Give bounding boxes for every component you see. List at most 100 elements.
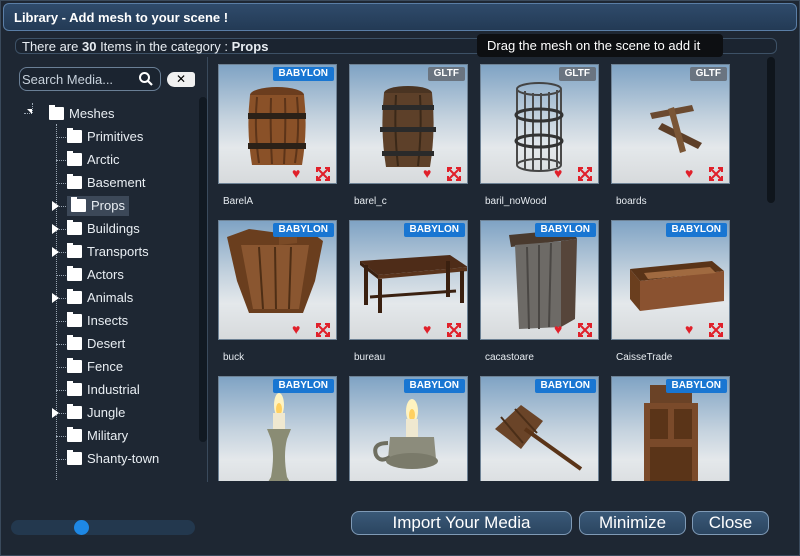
media-name-label: cacastoare: [485, 352, 534, 363]
favorite-heart-icon[interactable]: ♥: [292, 166, 300, 180]
expand-arrow-icon[interactable]: [52, 293, 59, 303]
window-title: Library - Add mesh to your scene !: [14, 10, 229, 25]
media-name-label: boards: [616, 196, 647, 207]
import-media-button[interactable]: Import Your Media: [351, 511, 572, 535]
category-info-text: There are 30 Items in the category : Pro…: [22, 39, 268, 54]
tree-connector: [32, 103, 33, 113]
tree-item-transports[interactable]: Transports: [67, 242, 187, 262]
media-name-label: bureau: [354, 352, 386, 363]
expand-icon[interactable]: [709, 323, 723, 337]
tree-item-arctic[interactable]: Arctic: [67, 150, 187, 170]
media-thumbnail[interactable]: BABYLON ♥: [611, 220, 730, 340]
media-thumbnail[interactable]: BABYLON: [480, 376, 599, 481]
media-grid: BABYLON ♥ BarelA GLTF ♥ barel_c GLTF ♥ baril_noW…: [211, 61, 767, 481]
expand-icon[interactable]: [578, 323, 592, 337]
search-input[interactable]: [22, 71, 132, 87]
format-badge: BABYLON: [272, 223, 334, 237]
media-name-label: baril_noWood: [485, 196, 547, 207]
tree-item-military[interactable]: Military: [67, 426, 187, 446]
slider-thumb[interactable]: [73, 520, 89, 535]
media-thumbnail[interactable]: BABYLON: [349, 376, 468, 481]
tree-item-label: Buildings: [87, 221, 140, 236]
favorite-heart-icon[interactable]: ♥: [554, 322, 562, 336]
media-name-label: BarelA: [223, 196, 254, 207]
tree-item-label: Desert: [87, 336, 126, 351]
media-thumbnail[interactable]: GLTF ♥: [480, 64, 599, 184]
expand-arrow-icon[interactable]: [52, 201, 59, 211]
expand-icon[interactable]: [316, 167, 330, 181]
folder-icon: [67, 128, 82, 143]
folder-icon: [67, 174, 82, 189]
tree-item-meshes[interactable]: Meshes: [49, 104, 197, 124]
favorite-heart-icon[interactable]: ♥: [423, 166, 431, 180]
favorite-heart-icon[interactable]: ♥: [554, 166, 562, 180]
folder-icon: [71, 197, 86, 212]
tree-item-label: Actors: [87, 267, 124, 282]
thumbnail-size-slider[interactable]: [11, 520, 195, 535]
folder-icon: [67, 335, 82, 350]
category-name: Props: [231, 39, 269, 54]
search-box[interactable]: [19, 67, 161, 91]
tree-item-label: Jungle: [87, 405, 126, 420]
info-middle: Items in the category :: [96, 39, 232, 54]
grid-scrollbar[interactable]: [767, 57, 775, 203]
favorite-heart-icon[interactable]: ♥: [423, 322, 431, 336]
format-badge: GLTF: [558, 67, 596, 81]
tree-item-actors[interactable]: Actors: [67, 265, 187, 285]
media-name-label: CaisseTrade: [616, 352, 673, 363]
title-bar[interactable]: Library - Add mesh to your scene !: [3, 3, 797, 31]
folder-icon: [67, 404, 82, 419]
format-badge: BABYLON: [403, 223, 465, 237]
folder-icon: [67, 381, 82, 396]
media-thumbnail[interactable]: BABYLON: [611, 376, 730, 481]
outhouse-model-icon: [509, 229, 577, 330]
folder-icon: [67, 427, 82, 442]
folder-icon: [67, 450, 82, 465]
expand-icon[interactable]: [709, 167, 723, 181]
media-thumbnail[interactable]: BABYLON ♥: [349, 220, 468, 340]
media-thumbnail[interactable]: BABYLON ♥: [218, 220, 337, 340]
tree-item-label: Shanty-town: [87, 451, 160, 466]
favorite-heart-icon[interactable]: ♥: [685, 322, 693, 336]
tree-item-jungle[interactable]: Jungle: [67, 403, 187, 423]
media-thumbnail[interactable]: BABYLON ♥: [218, 64, 337, 184]
collapse-arrow-icon[interactable]: [27, 109, 32, 114]
tree-item-label: Animals: [87, 290, 134, 305]
expand-icon[interactable]: [578, 167, 592, 181]
tree-item-buildings[interactable]: Buildings: [67, 219, 187, 239]
media-thumbnail[interactable]: BABYLON: [218, 376, 337, 481]
tree-item-basement[interactable]: Basement: [67, 173, 187, 193]
expand-icon[interactable]: [447, 167, 461, 181]
media-thumbnail[interactable]: BABYLON ♥: [480, 220, 599, 340]
tree-item-primitives[interactable]: Primitives: [67, 127, 187, 147]
media-thumbnail[interactable]: GLTF ♥: [349, 64, 468, 184]
tree-item-label: Transports: [87, 244, 149, 259]
tree-scrollbar[interactable]: [199, 97, 207, 442]
item-count: 30: [81, 39, 97, 54]
tree-item-props[interactable]: Props: [67, 196, 129, 216]
tree-item-fence[interactable]: Fence: [67, 357, 187, 377]
tree-item-shanty-town[interactable]: Shanty-town: [67, 449, 187, 469]
tree-item-insects[interactable]: Insects: [67, 311, 187, 331]
favorite-heart-icon[interactable]: ♥: [292, 322, 300, 336]
tree-item-label: Industrial: [87, 382, 140, 397]
tree-item-animals[interactable]: Animals: [67, 288, 187, 308]
folder-icon: [67, 358, 82, 373]
expand-arrow-icon[interactable]: [52, 224, 59, 234]
tree-item-label: Military: [87, 428, 129, 443]
minimize-button[interactable]: Minimize: [579, 511, 686, 535]
expand-arrow-icon[interactable]: [52, 408, 59, 418]
expand-icon[interactable]: [316, 323, 330, 337]
tree-item-industrial[interactable]: Industrial: [67, 380, 187, 400]
media-thumbnail[interactable]: GLTF ♥: [611, 64, 730, 184]
clear-search-button[interactable]: ✕: [167, 72, 195, 87]
tree-item-label: Arctic: [87, 152, 120, 167]
expand-arrow-icon[interactable]: [52, 247, 59, 257]
drag-tooltip: Drag the mesh on the scene to add it: [477, 34, 723, 57]
tree-item-label: Basement: [87, 175, 146, 190]
tree-item-desert[interactable]: Desert: [67, 334, 187, 354]
expand-icon[interactable]: [447, 323, 461, 337]
favorite-heart-icon[interactable]: ♥: [685, 166, 693, 180]
search-icon[interactable]: [138, 71, 154, 87]
close-button[interactable]: Close: [692, 511, 769, 535]
